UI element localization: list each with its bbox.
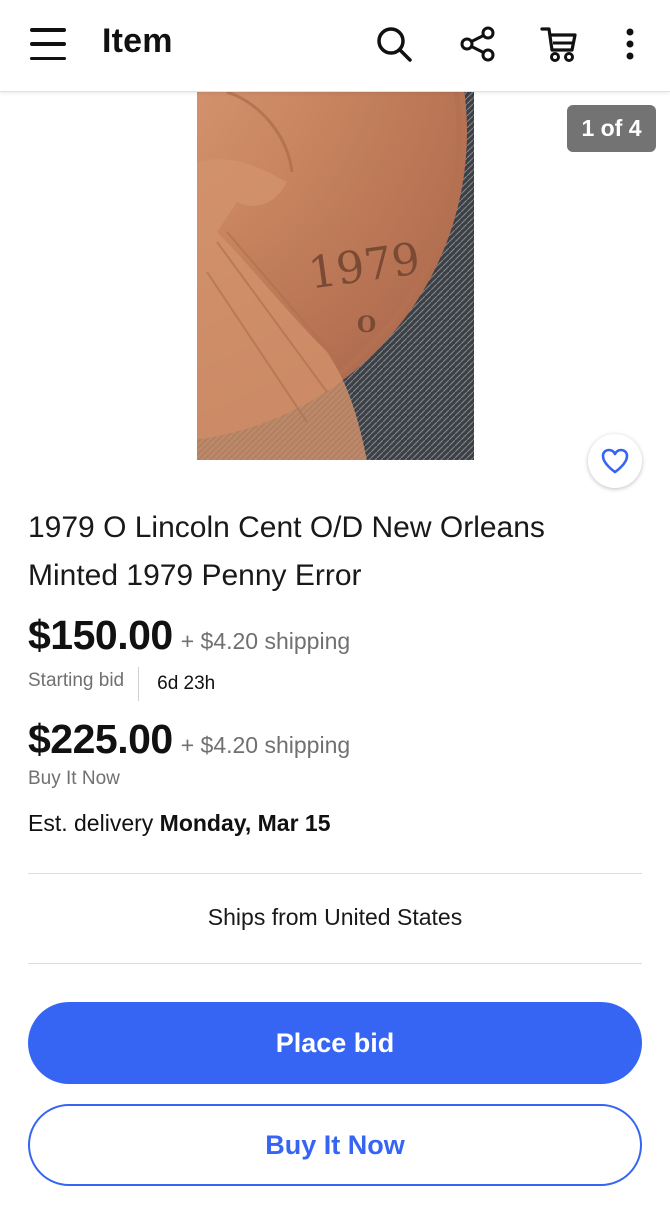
item-title: 1979 O Lincoln Cent O/D New Orleans Mint… [28, 511, 545, 592]
bid-price-row: $150.00 + $4.20 shipping [28, 612, 350, 659]
delivery-prefix: Est. delivery [28, 810, 160, 836]
bid-meta: Starting bid 6d 23h [28, 667, 216, 701]
divider [28, 873, 642, 874]
top-app-bar: Item [0, 0, 670, 92]
estimated-delivery: Est. delivery Monday, Mar 15 [28, 810, 331, 837]
watch-button[interactable] [588, 434, 642, 488]
delivery-date: Monday, Mar 15 [159, 810, 331, 836]
cart-icon[interactable] [538, 22, 582, 66]
time-left: 6d 23h [157, 673, 216, 694]
search-icon[interactable] [372, 22, 416, 66]
menu-icon[interactable] [26, 24, 70, 64]
divider [28, 963, 642, 964]
buy-it-now-label: Buy It Now [28, 768, 120, 789]
item-photo[interactable]: 1979 O [197, 92, 474, 460]
more-icon[interactable] [612, 22, 648, 66]
place-bid-button[interactable]: Place bid [28, 1002, 642, 1084]
bid-shipping: + $4.20 shipping [180, 628, 351, 654]
buy-it-now-button[interactable]: Buy It Now [28, 1104, 642, 1186]
image-gallery[interactable]: 1979 O 1 of 4 [0, 92, 670, 502]
starting-bid-label: Starting bid [28, 667, 140, 701]
page-title: Item [102, 22, 173, 60]
bid-price: $150.00 [28, 612, 173, 658]
bin-shipping: + $4.20 shipping [180, 732, 351, 758]
image-counter: 1 of 4 [567, 105, 656, 152]
coin-photo: 1979 O [197, 92, 474, 460]
bin-price-row: $225.00 + $4.20 shipping [28, 716, 350, 763]
heart-icon [601, 448, 629, 474]
ships-from: Ships from United States [207, 904, 463, 930]
coin-mintmark: O [357, 312, 376, 338]
bin-price: $225.00 [28, 716, 173, 762]
share-icon[interactable] [456, 22, 500, 66]
